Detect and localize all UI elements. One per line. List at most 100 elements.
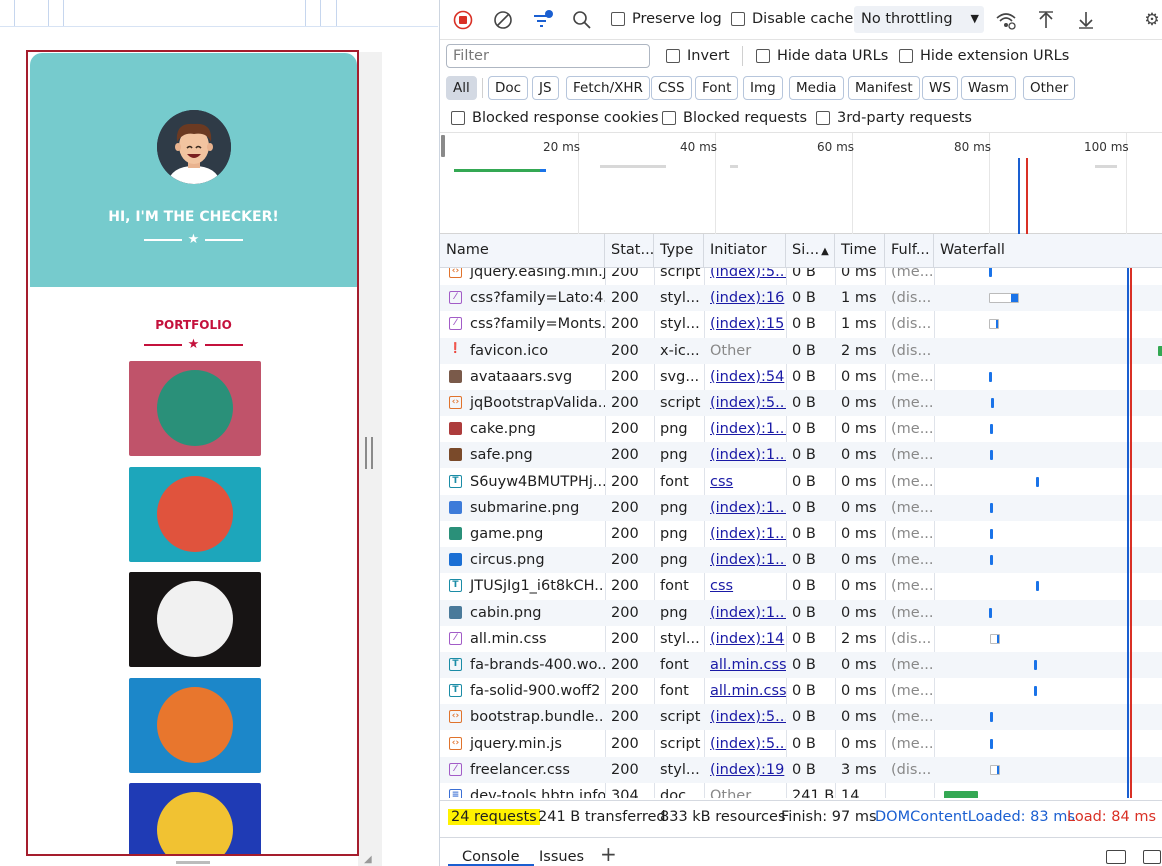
blocked-cookies-checkbox[interactable]: Blocked response cookies	[451, 110, 659, 126]
type-filter-doc[interactable]: Doc	[488, 76, 529, 100]
request-initiator[interactable]: (index):5...	[704, 268, 786, 285]
request-initiator[interactable]: (index):15	[704, 311, 786, 337]
request-row[interactable]: ‹› jquery.min.js 200 script (index):5... 0 B 0…	[440, 731, 1162, 757]
type-filter-img[interactable]: Img	[743, 76, 783, 100]
request-row[interactable]: ❗ favicon.ico 200 x-ic... Other 0 B 2 ms (dis..…	[440, 337, 1162, 364]
request-row[interactable]: cabin.png 200 png (index):1... 0 B 0 ms (me...	[440, 599, 1162, 626]
network-conditions-icon[interactable]	[994, 8, 1018, 32]
clear-icon[interactable]	[491, 8, 515, 32]
overview-left-handle[interactable]	[441, 135, 445, 157]
request-initiator[interactable]: (index):54	[704, 364, 786, 390]
import-har-icon[interactable]	[1034, 8, 1058, 32]
request-initiator[interactable]: (index):14	[704, 626, 786, 652]
request-row[interactable]: T S6uyw4BMUTPHj... 200 font css 0 B 0 ms (me...	[440, 469, 1162, 495]
request-row[interactable]: circus.png 200 png (index):1... 0 B 0 ms (me..…	[440, 547, 1162, 574]
blocked-requests-checkbox[interactable]: Blocked requests	[662, 110, 807, 126]
filter-input[interactable]: Filter	[446, 44, 650, 68]
request-name: css?family=Monts...	[470, 316, 605, 333]
invert-checkbox[interactable]: Invert	[666, 48, 730, 64]
request-name: freelancer.css	[470, 761, 570, 778]
type-filter-js[interactable]: JS	[532, 76, 559, 100]
portfolio-tile-cake[interactable]	[129, 467, 261, 562]
request-row[interactable]: game.png 200 png (index):1... 0 B 0 ms (me...	[440, 521, 1162, 547]
request-row[interactable]: ≡ dev-tools.hbtn.info 304 doc... Other 241 B 1…	[440, 783, 1162, 798]
request-row[interactable]: ⁄ all.min.css 200 styl... (index):14 0 B 2 ms (…	[440, 626, 1162, 652]
request-size: 0 B	[792, 604, 816, 621]
preserve-log-checkbox[interactable]: Preserve log	[611, 11, 722, 27]
tab-issues[interactable]: Issues	[539, 850, 584, 865]
type-filter-css[interactable]: CSS	[651, 76, 692, 100]
request-row[interactable]: ⁄ css?family=Monts... 200 styl... (index):15…	[440, 311, 1162, 337]
request-initiator[interactable]: css	[704, 573, 786, 599]
type-filter-ws[interactable]: WS	[922, 76, 958, 100]
request-row[interactable]: ‹› jquery.easing.min.js 200 script (index):5…	[440, 268, 1162, 285]
portfolio-tile-circus[interactable]	[129, 572, 261, 667]
type-filter-manifest[interactable]: Manifest	[848, 76, 920, 100]
throttling-select[interactable]: No throttling ▼	[854, 6, 984, 33]
request-initiator[interactable]: (index):19	[704, 757, 786, 783]
tab-console[interactable]: Console	[448, 838, 534, 866]
type-filter-other[interactable]: Other	[1023, 76, 1076, 100]
request-initiator[interactable]: css	[704, 469, 786, 495]
type-filter-wasm[interactable]: Wasm	[961, 76, 1016, 100]
request-initiator[interactable]: (index):1...	[704, 416, 786, 442]
request-row[interactable]: avataaars.svg 200 svg... (index):54 0 B 0 ms (…	[440, 364, 1162, 390]
portfolio-tile-game[interactable]	[129, 678, 261, 773]
request-initiator[interactable]: (index):5...	[704, 704, 786, 730]
request-row[interactable]: T JTUSjIg1_i6t8kCH... 200 font css 0 B 0 ms (me…	[440, 573, 1162, 599]
type-filter-all[interactable]: All	[446, 76, 477, 100]
type-filter-fetch-xhr[interactable]: Fetch/XHR	[566, 76, 650, 100]
request-row[interactable]: ⁄ css?family=Lato:4... 200 styl... (index):1…	[440, 285, 1162, 312]
column-header-fulfilled[interactable]: Fulf...	[885, 234, 934, 268]
request-initiator[interactable]: (index):5...	[704, 731, 786, 757]
close-drawer-icon[interactable]	[1143, 850, 1161, 864]
disable-cache-checkbox[interactable]: Disable cache	[731, 11, 853, 27]
request-initiator[interactable]: (index):1...	[704, 547, 786, 573]
request-row[interactable]: Tfa-solid-900.woff2 200 font all.min.css 0 B…	[440, 678, 1162, 704]
column-header-waterfall[interactable]: Waterfall	[934, 234, 1162, 268]
request-row[interactable]: Tfa-brands-400.wo... 200 font all.min.css 0 …	[440, 652, 1162, 678]
request-row[interactable]: ‹› jqBootstrapValida... 200 script (index):5…	[440, 390, 1162, 416]
dock-icon[interactable]	[1106, 850, 1126, 864]
request-initiator[interactable]: all.min.css	[704, 678, 786, 704]
add-tab-icon[interactable]: +	[600, 844, 617, 864]
request-initiator[interactable]: (index):1...	[704, 442, 786, 468]
column-header-time[interactable]: Time	[835, 234, 885, 268]
request-type: svg...	[660, 368, 700, 385]
request-row[interactable]: safe.png 200 png (index):1... 0 B 0 ms (me...	[440, 442, 1162, 469]
request-row[interactable]: submarine.png 200 png (index):1... 0 B 0 ms (m…	[440, 494, 1162, 521]
type-filter-font[interactable]: Font	[695, 76, 739, 100]
column-header-type[interactable]: Type	[654, 234, 704, 268]
hide-extension-urls-checkbox[interactable]: Hide extension URLs	[899, 48, 1069, 64]
column-header-initiator[interactable]: Initiator	[704, 234, 786, 268]
type-filter-media[interactable]: Media	[789, 76, 844, 100]
request-row[interactable]: ‹› bootstrap.bundle.... 200 script (index):5…	[440, 704, 1162, 731]
request-initiator[interactable]: (index):1...	[704, 521, 786, 547]
hide-data-urls-checkbox[interactable]: Hide data URLs	[756, 48, 888, 64]
search-icon[interactable]	[570, 8, 594, 32]
request-row[interactable]: ⁄ freelancer.css 200 styl... (index):19 0 B 3 …	[440, 756, 1162, 783]
third-party-checkbox[interactable]: 3rd-party requests	[816, 110, 972, 126]
request-initiator[interactable]: (index):1...	[704, 600, 786, 626]
request-initiator[interactable]: (index):5...	[704, 390, 786, 416]
filter-icon[interactable]	[531, 8, 555, 32]
export-har-icon[interactable]	[1074, 8, 1098, 32]
column-header-status[interactable]: Stat...	[605, 234, 654, 268]
request-initiator[interactable]: (index):16	[704, 285, 786, 311]
request-row[interactable]: cake.png 200 png (index):1... 0 B 0 ms (me...	[440, 416, 1162, 442]
overview-bar	[730, 165, 738, 168]
request-initiator[interactable]: (index):1...	[704, 495, 786, 521]
timeline-overview[interactable]: 20 ms 40 ms 60 ms 80 ms 100 ms	[440, 132, 1162, 234]
bottom-resize-handle[interactable]	[176, 861, 210, 864]
portfolio-tile-safe[interactable]	[129, 783, 261, 854]
settings-icon[interactable]: ⚙	[1140, 8, 1162, 32]
request-initiator[interactable]: all.min.css	[704, 652, 786, 678]
resize-corner-icon[interactable]: ◢	[364, 854, 376, 866]
portfolio-tile-cabin[interactable]	[129, 361, 261, 456]
column-header-name[interactable]: Name	[440, 234, 605, 268]
css-file-icon: ⁄	[449, 291, 462, 305]
record-stop-icon[interactable]	[451, 8, 475, 32]
resize-handle[interactable]	[365, 437, 373, 469]
column-header-size[interactable]: Si... ▲	[786, 234, 835, 268]
request-fulfilled: (dis...	[891, 316, 932, 333]
